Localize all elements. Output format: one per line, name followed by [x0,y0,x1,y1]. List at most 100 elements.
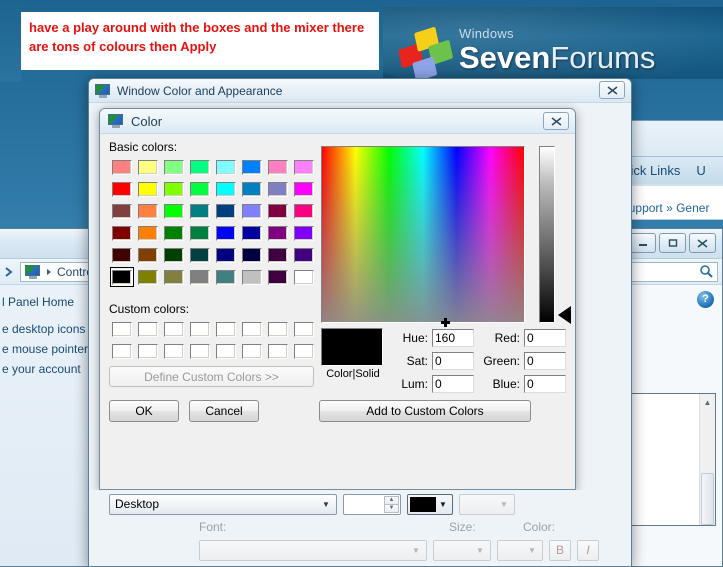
custom-color-swatch[interactable] [291,340,317,362]
basic-color-swatch[interactable] [187,244,213,266]
custom-color-swatch[interactable] [265,318,291,340]
basic-color-swatch[interactable] [135,222,161,244]
basic-color-swatch[interactable] [187,266,213,288]
maximize-button[interactable] [659,233,686,253]
basic-color-swatch[interactable] [213,200,239,222]
custom-color-swatch[interactable] [161,340,187,362]
basic-colors-grid[interactable] [109,156,317,288]
basic-color-swatch[interactable] [291,244,317,266]
size-spinner[interactable]: ▲ ▼ [343,493,401,515]
italic-button[interactable]: I [577,539,599,561]
sidebar-item-change-mouse-pointers[interactable]: e mouse pointer [0,339,99,359]
basic-color-swatch[interactable] [161,156,187,178]
basic-color-swatch[interactable] [265,244,291,266]
hue-input[interactable]: 160 [432,328,474,347]
basic-color-swatch[interactable] [161,200,187,222]
custom-color-swatch[interactable] [239,318,265,340]
color-dialog-cancel-button[interactable]: Cancel [189,400,259,422]
basic-color-swatch[interactable] [239,266,265,288]
basic-color-swatch[interactable] [161,266,187,288]
basic-color-swatch[interactable] [109,156,135,178]
preview-scrollbar[interactable]: ▲ [699,394,715,525]
custom-color-swatch[interactable] [291,318,317,340]
font-color-combobox[interactable]: ▼ [497,539,543,561]
basic-color-swatch[interactable] [265,178,291,200]
basic-color-swatch[interactable] [239,156,265,178]
basic-color-swatch[interactable] [213,266,239,288]
custom-colors-grid[interactable] [109,318,317,362]
basic-color-swatch[interactable] [265,266,291,288]
custom-color-swatch[interactable] [213,340,239,362]
basic-color-swatch[interactable] [161,244,187,266]
basic-color-swatch[interactable] [187,156,213,178]
font-combobox[interactable]: ▼ [199,539,427,561]
basic-color-swatch[interactable] [239,200,265,222]
color-dialog-ok-button[interactable]: OK [109,400,179,422]
custom-color-swatch[interactable] [187,340,213,362]
basic-color-swatch[interactable] [135,266,161,288]
basic-color-swatch[interactable] [135,200,161,222]
custom-color-swatch[interactable] [239,340,265,362]
basic-color-swatch[interactable] [187,200,213,222]
address-nav-arrows[interactable] [0,265,16,279]
basic-color-swatch[interactable] [161,222,187,244]
basic-color-swatch[interactable] [109,222,135,244]
green-input[interactable]: 0 [524,351,566,370]
sidebar-item-control-panel-home[interactable]: l Panel Home [0,293,99,319]
sat-input[interactable]: 0 [432,351,474,370]
custom-color-swatch[interactable] [187,318,213,340]
custom-color-swatch[interactable] [109,318,135,340]
color-dialog-close-button[interactable] [543,112,569,130]
basic-color-swatch[interactable] [291,178,317,200]
basic-color-swatch[interactable] [291,222,317,244]
custom-color-swatch[interactable] [135,340,161,362]
font-size-combobox[interactable]: ▼ [433,539,491,561]
sidebar-item-change-account-picture[interactable]: e your account [0,359,99,379]
define-custom-colors-button[interactable]: Define Custom Colors >> [109,366,314,387]
basic-color-swatch[interactable] [213,178,239,200]
custom-color-swatch[interactable] [109,340,135,362]
close-button[interactable] [689,233,716,253]
basic-color-swatch[interactable] [265,156,291,178]
wca-close-button[interactable] [599,81,625,99]
custom-color-swatch[interactable] [135,318,161,340]
basic-color-swatch[interactable] [135,244,161,266]
basic-color-swatch[interactable] [213,244,239,266]
basic-color-swatch[interactable] [109,244,135,266]
add-to-custom-colors-button[interactable]: Add to Custom Colors [319,400,531,422]
bold-button[interactable]: B [549,539,571,561]
basic-color-swatch[interactable] [187,178,213,200]
nav-link-user[interactable]: U [696,163,705,178]
basic-color-swatch[interactable] [109,178,135,200]
scrollbar-thumb[interactable] [701,473,714,525]
lum-input[interactable]: 0 [432,374,474,393]
basic-color-swatch[interactable] [213,222,239,244]
sidebar-item-change-desktop-icons[interactable]: e desktop icons [0,319,99,339]
color-combobox[interactable]: ▼ [407,493,453,515]
luminance-slider-thumb[interactable] [558,306,571,324]
basic-color-swatch[interactable] [265,222,291,244]
custom-color-swatch[interactable] [265,340,291,362]
basic-color-swatch[interactable] [239,244,265,266]
blue-input[interactable]: 0 [524,374,566,393]
basic-color-swatch[interactable] [291,266,317,288]
basic-color-swatch[interactable] [239,222,265,244]
basic-color-swatch[interactable] [291,200,317,222]
spinner-down-arrow[interactable]: ▼ [384,503,399,513]
basic-color-swatch[interactable] [265,200,291,222]
basic-color-swatch[interactable] [109,200,135,222]
luminance-slider[interactable] [539,146,555,323]
basic-color-swatch[interactable] [135,156,161,178]
custom-color-swatch[interactable] [161,318,187,340]
basic-color-swatch[interactable] [135,178,161,200]
basic-color-swatch[interactable] [239,178,265,200]
red-input[interactable]: 0 [524,328,566,347]
custom-color-swatch[interactable] [213,318,239,340]
basic-color-swatch[interactable] [213,156,239,178]
item-combobox[interactable]: Desktop ▼ [109,493,337,515]
help-icon[interactable]: ? [697,291,714,308]
basic-color-swatch[interactable] [161,178,187,200]
color2-combobox[interactable]: ▼ [459,493,515,515]
scroll-up-arrow[interactable]: ▲ [700,394,715,410]
basic-color-swatch[interactable] [187,222,213,244]
